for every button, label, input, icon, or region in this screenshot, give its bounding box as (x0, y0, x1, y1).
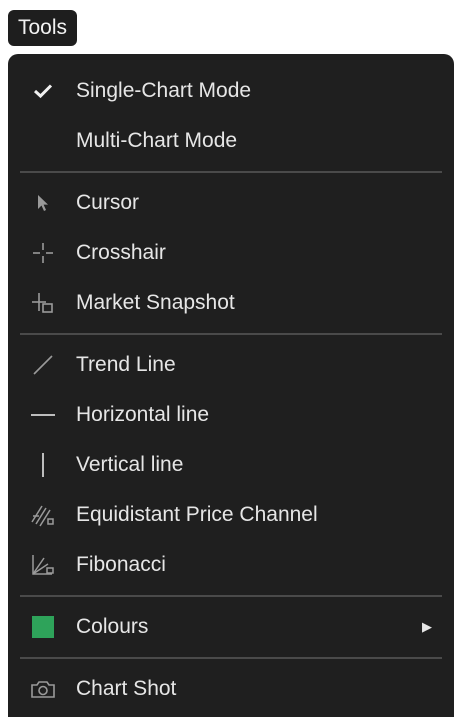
fibonacci-icon (28, 540, 58, 590)
tools-menu-button[interactable]: Tools (8, 10, 78, 46)
check-icon (28, 66, 58, 116)
colour-swatch-icon (28, 602, 58, 652)
menu-item-label: Single-Chart Mode (76, 79, 252, 102)
menu-item-label: Crosshair (76, 241, 166, 264)
menu-item-label: Equidistant Price Channel (76, 503, 318, 526)
tools-dropdown-menu: Single-Chart Mode Multi-Chart Mode Curso… (8, 54, 454, 717)
menu-item-fibonacci[interactable]: Fibonacci (8, 540, 454, 590)
submenu-arrow-icon: ▶ (422, 619, 432, 634)
camera-icon (28, 664, 58, 714)
menu-separator (20, 595, 442, 597)
menu-item-single-chart-mode[interactable]: Single-Chart Mode (8, 66, 454, 116)
crosshair-icon (28, 228, 58, 278)
menu-item-vertical-line[interactable]: Vertical line (8, 440, 454, 490)
menu-item-horizontal-line[interactable]: Horizontal line (8, 390, 454, 440)
menu-item-label: Trend Line (76, 353, 176, 376)
menu-item-colours[interactable]: Colours ▶ (8, 602, 454, 652)
menu-item-label: Horizontal line (76, 403, 210, 426)
menu-item-label: Vertical line (76, 453, 184, 476)
menu-item-label: Colours (76, 615, 149, 638)
menu-item-label: Multi-Chart Mode (76, 129, 238, 152)
menu-item-crosshair[interactable]: Crosshair (8, 228, 454, 278)
cursor-icon (28, 178, 58, 228)
menu-item-market-snapshot[interactable]: Market Snapshot (8, 278, 454, 328)
menu-item-label: Cursor (76, 191, 140, 214)
vertical-line-icon (28, 440, 58, 490)
menu-separator (20, 171, 442, 173)
market-snapshot-icon (28, 278, 58, 328)
price-channel-icon (28, 490, 58, 540)
trend-line-icon (28, 340, 58, 390)
menu-item-chart-shot[interactable]: Chart Shot (8, 664, 454, 714)
menu-item-equidistant-price-channel[interactable]: Equidistant Price Channel (8, 490, 454, 540)
menu-item-label: Chart Shot (76, 677, 177, 700)
menu-separator (20, 657, 442, 659)
menu-item-label: Market Snapshot (76, 291, 235, 314)
menu-separator (20, 333, 442, 335)
menu-item-label: Fibonacci (76, 553, 166, 576)
menu-item-multi-chart-mode[interactable]: Multi-Chart Mode (8, 116, 454, 166)
horizontal-line-icon (28, 390, 58, 440)
menu-item-trend-line[interactable]: Trend Line (8, 340, 454, 390)
menu-item-cursor[interactable]: Cursor (8, 178, 454, 228)
